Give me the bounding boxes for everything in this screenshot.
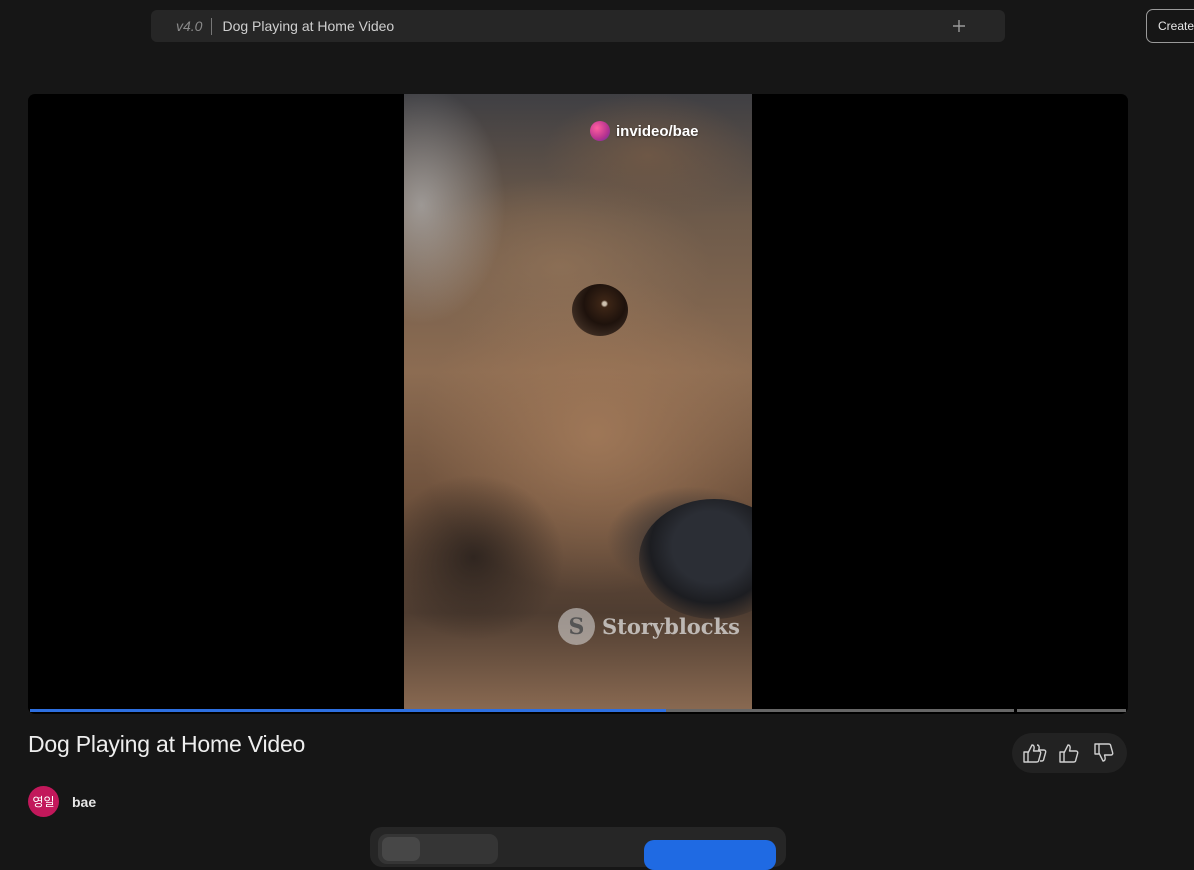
invideo-logo-icon <box>590 121 610 141</box>
double-thumbs-up-icon <box>1023 744 1047 763</box>
plus-icon <box>953 20 965 32</box>
invideo-watermark: invideo/bae <box>590 121 699 141</box>
thumbs-up-icon <box>1059 744 1079 763</box>
dog-nose <box>639 499 752 619</box>
invideo-watermark-text: invideo/bae <box>616 122 699 140</box>
add-button[interactable] <box>948 15 970 37</box>
thumbs-down-icon <box>1094 743 1114 762</box>
create-button[interactable]: Create <box>1146 9 1194 43</box>
avatar[interactable]: 영일 <box>28 786 59 817</box>
video-frame[interactable]: invideo/bae S Storyblocks <box>404 94 752 712</box>
dislike-button[interactable] <box>1090 739 1118 767</box>
author-name[interactable]: bae <box>72 794 96 810</box>
dog-eye <box>572 284 628 336</box>
bottom-toolbar <box>370 827 786 870</box>
title-divider <box>211 17 213 35</box>
progress-fill <box>30 709 666 712</box>
video-title: Dog Playing at Home Video <box>28 731 306 757</box>
progress-bar[interactable] <box>30 708 1126 713</box>
toolbar-segment-active[interactable] <box>382 837 420 861</box>
like-button[interactable] <box>1055 739 1083 767</box>
video-player[interactable]: invideo/bae S Storyblocks <box>28 94 1128 714</box>
storyblocks-logo-icon: S <box>558 608 595 645</box>
feedback-group <box>1012 733 1127 773</box>
love-button[interactable] <box>1021 739 1049 767</box>
author-info[interactable]: 영일 bae <box>28 786 96 817</box>
toolbar-segment-control[interactable] <box>378 834 498 864</box>
storyblocks-watermark-text: Storyblocks <box>602 614 740 639</box>
storyblocks-watermark: S Storyblocks <box>558 608 740 645</box>
project-title-bar[interactable]: v4.0 Dog Playing at Home Video <box>151 10 1005 42</box>
progress-segment-marker <box>1014 708 1017 713</box>
version-label: v4.0 <box>176 18 203 34</box>
project-title[interactable]: Dog Playing at Home Video <box>222 18 394 34</box>
